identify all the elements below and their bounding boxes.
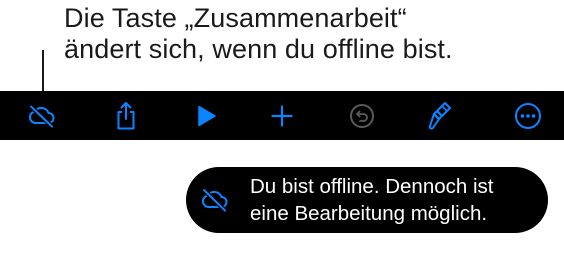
undo-icon	[350, 103, 374, 128]
plus-icon	[271, 104, 293, 127]
callout-line-1: Die Taste „Zusammenarbeit“	[64, 3, 407, 33]
toolbar	[0, 91, 564, 140]
more-icon	[515, 102, 541, 129]
toast-line-2: eine Bearbeitung möglich.	[250, 202, 488, 225]
play-icon	[198, 105, 216, 126]
offline-notification: Du bist offline. Dennoch ist eine Bearbe…	[186, 167, 548, 233]
page: Die Taste „Zusammenarbeit“ ändert sich, …	[0, 0, 564, 258]
callout-line-2: ändert sich, wenn du offline bist.	[64, 34, 453, 64]
toast-icon-wrap	[200, 187, 230, 218]
paintbrush-icon	[428, 101, 451, 130]
cloud-offline-icon	[28, 103, 55, 128]
share-button[interactable]	[104, 91, 148, 140]
callout-text: Die Taste „Zusammenarbeit“ ändert sich, …	[64, 3, 453, 65]
undo-button[interactable]	[340, 91, 384, 140]
toast-line-1: Du bist offline. Dennoch ist	[250, 175, 494, 198]
toast-message: Du bist offline. Dennoch ist eine Bearbe…	[250, 173, 493, 227]
more-button[interactable]	[506, 91, 550, 140]
cloud-offline-icon	[201, 187, 228, 213]
share-icon	[117, 101, 135, 129]
format-button[interactable]	[418, 91, 462, 140]
add-button[interactable]	[260, 91, 304, 140]
play-button[interactable]	[184, 91, 228, 140]
collaboration-button[interactable]	[20, 91, 64, 140]
